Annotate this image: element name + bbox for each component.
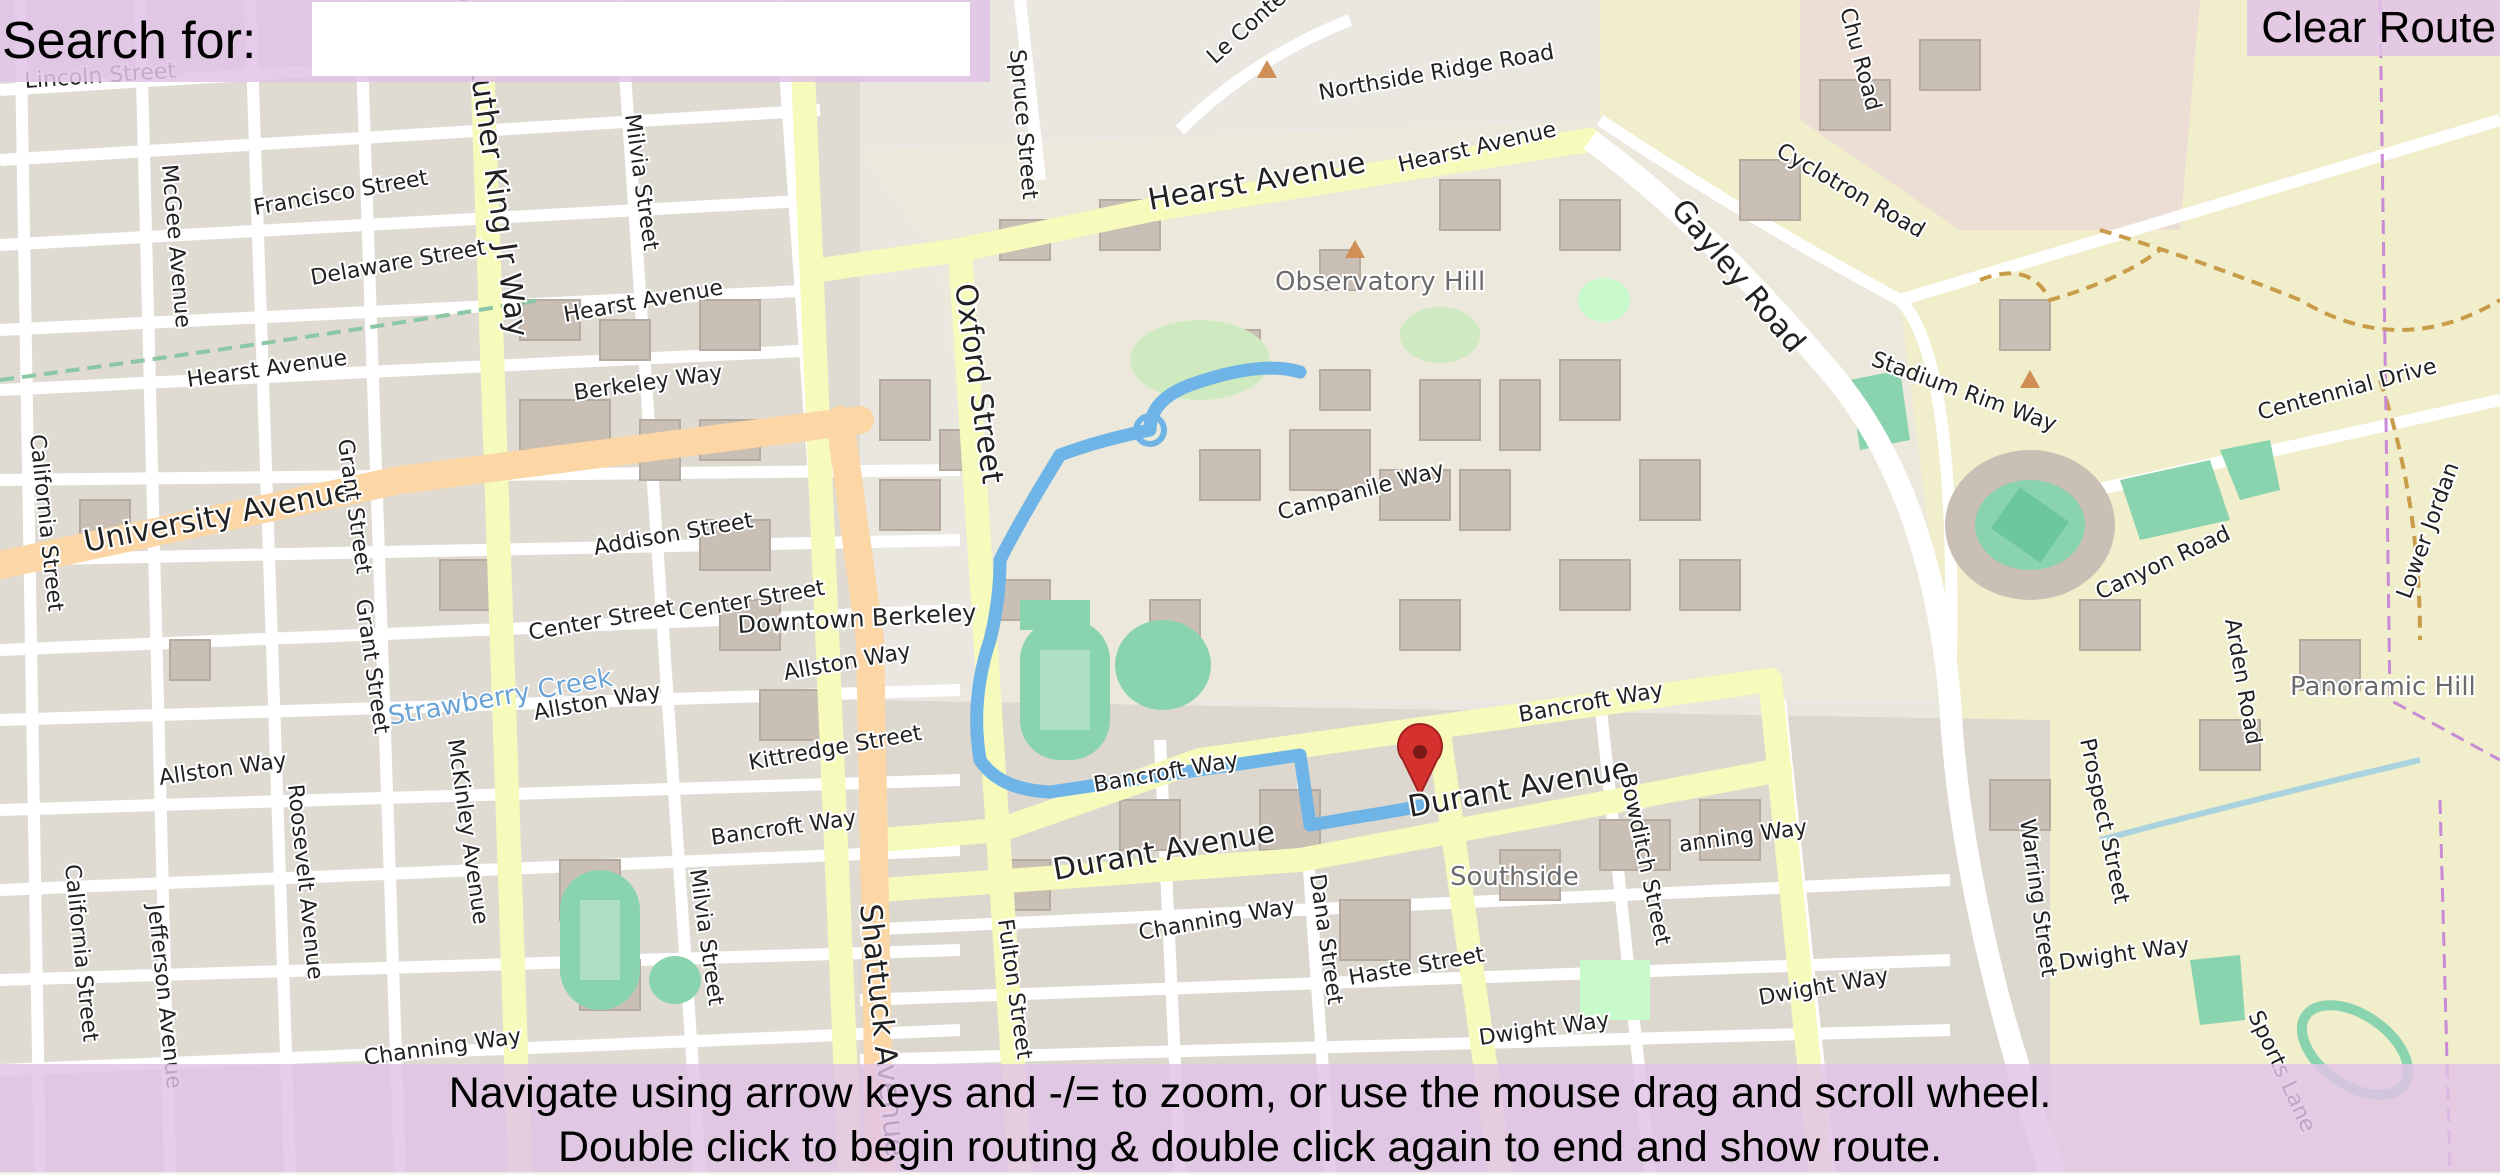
map-canvas[interactable]: Hearst Avenue Hearst Avenue Hearst Avenu…: [0, 0, 2500, 1172]
instructions-line-1: Navigate using arrow keys and -/= to zoo…: [448, 1069, 2052, 1117]
residential-area-west: [0, 0, 860, 1172]
place-label-panoramic-hill: Panoramic Hill: [2290, 672, 2476, 702]
place-label-southside: Southside: [1450, 862, 1579, 892]
stadium: [1945, 450, 2115, 600]
clear-route-button[interactable]: Clear Route: [2247, 0, 2500, 56]
instructions-line-2: Double click to begin routing & double c…: [557, 1123, 1943, 1171]
instructions-panel: Navigate using arrow keys and -/= to zoo…: [0, 1064, 2500, 1172]
search-bar: Search for:: [0, 0, 990, 82]
search-label: Search for:: [2, 12, 257, 70]
place-label-observatory-hill: Observatory Hill: [1275, 267, 1485, 297]
search-input[interactable]: [312, 2, 970, 76]
